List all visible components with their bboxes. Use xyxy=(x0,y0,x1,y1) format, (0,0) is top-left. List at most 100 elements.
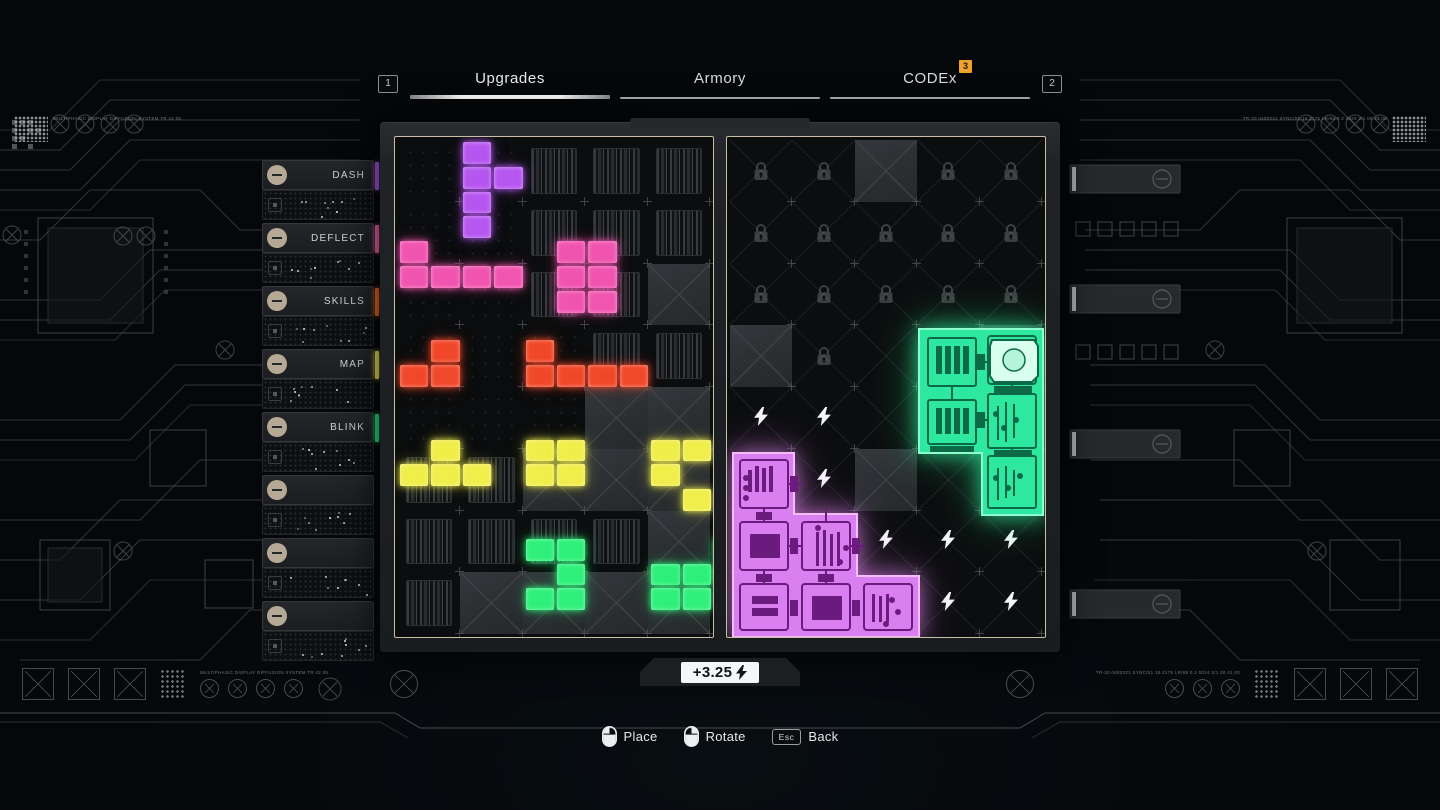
inventory-cell[interactable] xyxy=(523,202,585,264)
inventory-cell[interactable] xyxy=(398,264,460,326)
sidebar-chip[interactable] xyxy=(262,475,374,505)
inventory-cell[interactable] xyxy=(648,264,710,326)
inventory-cell[interactable] xyxy=(648,325,710,387)
sidebar-slot-strip[interactable] xyxy=(262,631,374,661)
inventory-cell[interactable] xyxy=(398,449,460,511)
minus-icon[interactable] xyxy=(267,228,287,248)
inventory-cell[interactable] xyxy=(523,572,585,634)
inventory-cell[interactable] xyxy=(398,325,460,387)
sidebar-slot-strip[interactable] xyxy=(262,253,374,283)
inventory-cell[interactable] xyxy=(648,449,710,511)
hint-back[interactable]: Esc Back xyxy=(772,729,839,745)
sidebar-item-locked-5[interactable] xyxy=(262,475,374,535)
inventory-cell[interactable] xyxy=(585,511,647,573)
sidebar-chip[interactable]: DEFLECT xyxy=(262,223,374,253)
bolt-icon xyxy=(736,665,747,680)
inventory-cell[interactable] xyxy=(523,511,585,573)
sidebar-item-label: MAP xyxy=(340,359,365,370)
sidebar-accent-bar xyxy=(375,225,379,253)
barcode-item-icon xyxy=(656,148,702,194)
next-tab-key[interactable]: 2 xyxy=(1042,75,1062,93)
sidebar-accent-bar xyxy=(375,288,379,316)
tab-codex-underline xyxy=(830,97,1030,99)
sidebar-chip[interactable]: BLINK xyxy=(262,412,374,442)
sidebar-item-dash[interactable]: DASH xyxy=(262,160,374,220)
inventory-cell[interactable] xyxy=(460,264,522,326)
inventory-cell[interactable] xyxy=(585,572,647,634)
inventory-cell[interactable] xyxy=(648,202,710,264)
inventory-cell[interactable] xyxy=(460,202,522,264)
inventory-cell[interactable] xyxy=(585,449,647,511)
inventory-cell[interactable] xyxy=(398,202,460,264)
inventory-cell[interactable] xyxy=(398,140,460,202)
inventory-grid[interactable] xyxy=(398,140,710,634)
decor-microtext-right: TR-20.0480321 SYNC/01 18.2175 LR/88 0.2 … xyxy=(1096,670,1240,677)
sidebar-item-locked-7[interactable] xyxy=(262,601,374,661)
energy-readout: +3.25 xyxy=(681,662,759,683)
sidebar-item-locked-6[interactable] xyxy=(262,538,374,598)
minus-icon[interactable] xyxy=(267,606,287,626)
sidebar-slot-strip[interactable] xyxy=(262,568,374,598)
inventory-cell[interactable] xyxy=(523,264,585,326)
hint-place[interactable]: Place xyxy=(602,726,658,747)
inventory-cell[interactable] xyxy=(398,511,460,573)
inventory-cell[interactable] xyxy=(460,387,522,449)
inventory-cell[interactable] xyxy=(648,387,710,449)
x-circle-icon xyxy=(1221,679,1240,698)
minus-icon[interactable] xyxy=(267,480,287,500)
inventory-cell[interactable] xyxy=(460,449,522,511)
minus-icon[interactable] xyxy=(267,543,287,563)
sidebar-chip[interactable]: SKILLS xyxy=(262,286,374,316)
inventory-cell[interactable] xyxy=(523,449,585,511)
circuit-panel xyxy=(726,136,1046,638)
inventory-cell[interactable] xyxy=(648,140,710,202)
inventory-cell[interactable] xyxy=(585,140,647,202)
inventory-cell[interactable] xyxy=(648,511,710,573)
prev-tab-key[interactable]: 1 xyxy=(378,75,398,93)
minus-icon[interactable] xyxy=(267,291,287,311)
sidebar-slot-strip[interactable] xyxy=(262,442,374,472)
x-box-icon xyxy=(1386,668,1418,700)
inventory-cell[interactable] xyxy=(585,325,647,387)
minus-icon[interactable] xyxy=(267,354,287,374)
controls-hint-bar: Place Rotate Esc Back xyxy=(0,706,1440,766)
inventory-cell[interactable] xyxy=(585,387,647,449)
tab-upgrades[interactable]: Upgrades xyxy=(410,70,610,99)
sidebar-chip[interactable] xyxy=(262,538,374,568)
sidebar-chip[interactable]: DASH xyxy=(262,160,374,190)
tab-codex[interactable]: CODEx 3 xyxy=(830,70,1030,99)
dot-matrix-icon xyxy=(160,669,186,699)
sidebar-item-deflect[interactable]: DEFLECT xyxy=(262,223,374,283)
module-magenta[interactable] xyxy=(732,452,920,638)
sidebar-slot-strip[interactable] xyxy=(262,379,374,409)
sidebar-item-skills[interactable]: SKILLS xyxy=(262,286,374,346)
inventory-cell[interactable] xyxy=(585,202,647,264)
barcode-item-icon xyxy=(656,333,702,379)
inventory-cell[interactable] xyxy=(398,572,460,634)
minus-icon[interactable] xyxy=(267,165,287,185)
inventory-cell[interactable] xyxy=(398,387,460,449)
decor-microtext-left: MULTIPHASIC DISPLAY DIFFUSION SYSTEM TR … xyxy=(200,670,328,677)
inventory-cell[interactable] xyxy=(523,387,585,449)
module-green[interactable] xyxy=(918,328,1044,516)
sidebar-item-blink[interactable]: BLINK xyxy=(262,412,374,472)
inventory-cell[interactable] xyxy=(460,511,522,573)
inventory-cell[interactable] xyxy=(648,572,710,634)
inventory-cell[interactable] xyxy=(585,264,647,326)
inventory-cell[interactable] xyxy=(460,325,522,387)
x-box-icon xyxy=(68,668,100,700)
inventory-cell[interactable] xyxy=(460,140,522,202)
inventory-cell[interactable] xyxy=(523,140,585,202)
sidebar-chip[interactable]: MAP xyxy=(262,349,374,379)
sidebar-chip[interactable] xyxy=(262,601,374,631)
sidebar-slot-strip[interactable] xyxy=(262,505,374,535)
hint-rotate[interactable]: Rotate xyxy=(684,726,746,747)
inventory-cell[interactable] xyxy=(523,325,585,387)
sidebar-slot-strip[interactable] xyxy=(262,316,374,346)
inventory-cell[interactable] xyxy=(460,572,522,634)
minus-icon[interactable] xyxy=(267,417,287,437)
corner-cluster-right: TR-20.0480321 SYNC/01 18.2175 LR/88 0.2 … xyxy=(1243,116,1426,142)
tab-armory[interactable]: Armory xyxy=(620,70,820,99)
sidebar-slot-strip[interactable] xyxy=(262,190,374,220)
sidebar-item-map[interactable]: MAP xyxy=(262,349,374,409)
